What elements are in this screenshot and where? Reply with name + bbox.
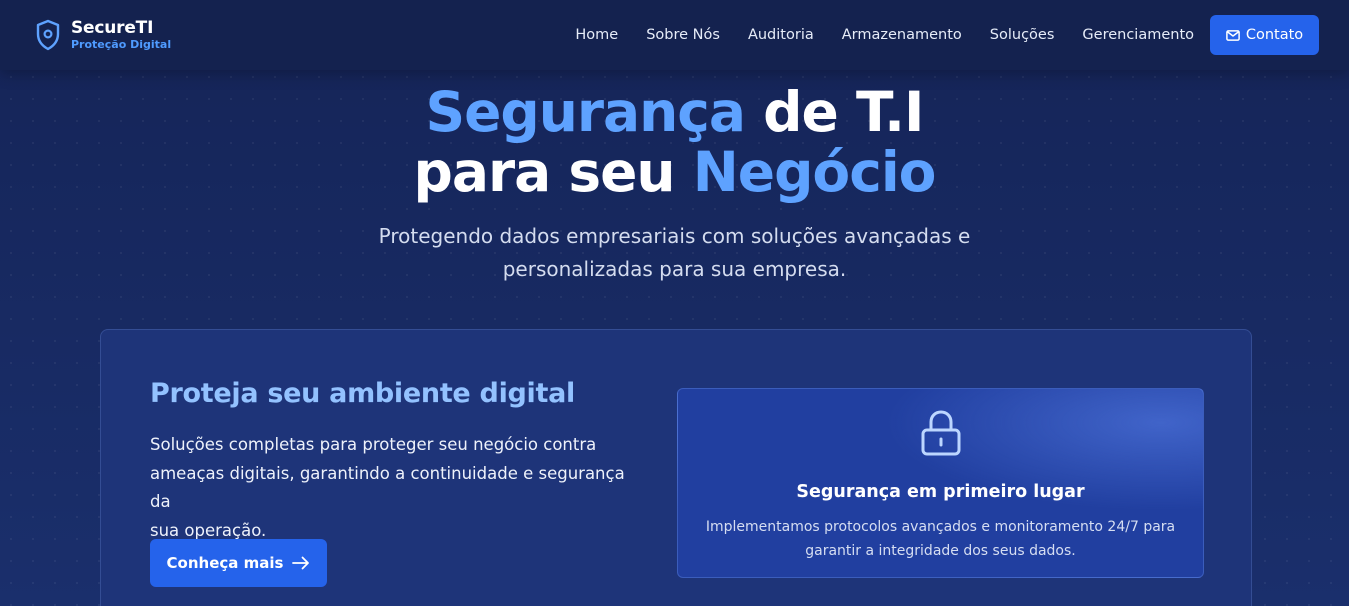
brand-text: SecureTI Proteção Digital [71,18,171,51]
card-description-line-1: Soluções completas para proteger seu neg… [150,435,597,454]
nav-item-gerenciamento[interactable]: Gerenciamento [1082,27,1194,43]
card-description: Soluções completas para proteger seu neg… [150,431,640,545]
brand-name: SecureTI [71,18,154,38]
feature-panel: Segurança em primeiro lugar Implementamo… [677,388,1204,578]
learn-more-label: Conheça mais [166,554,284,572]
hero-subtitle-line-2: personalizadas para sua empresa. [502,257,847,281]
card-title: Proteja seu ambiente digital [150,378,575,409]
hero-title-plain-1: de T.I [745,80,924,144]
arrow-right-icon [292,556,310,570]
hero-title: Segurança de T.I para seu Negócio [0,82,1349,202]
card-description-line-2: ameaças digitais, garantindo a continuid… [150,463,625,512]
nav-item-home[interactable]: Home [575,27,618,43]
brand-tagline: Proteção Digital [71,38,172,51]
hero-title-accent-2: Negócio [692,140,937,204]
nav-item-armazenamento[interactable]: Armazenamento [842,27,962,43]
hero-title-plain-2: para seu [413,140,693,204]
info-card: Proteja seu ambiente digital Soluções co… [100,329,1252,606]
nav-item-solucoes[interactable]: Soluções [990,27,1055,43]
feature-description-line-1: Implementamos protocolos avançados e mon… [705,519,1176,535]
nav-item-auditoria[interactable]: Auditoria [748,27,814,43]
contact-button-label: Contato [1245,27,1304,43]
nav-item-sobre-nos[interactable]: Sobre Nós [646,27,720,43]
brand-logo[interactable]: SecureTI Proteção Digital [35,18,171,51]
hero-subtitle-line-1: Protegendo dados empresariais com soluçõ… [378,224,971,248]
main-menu: Home Sobre Nós Auditoria Armazenamento S… [575,15,1319,55]
shield-icon [36,19,60,50]
hero-title-accent-1: Segurança [425,80,746,144]
contact-button[interactable]: Contato [1210,15,1319,55]
feature-title: Segurança em primeiro lugar [796,482,1085,502]
top-navbar: SecureTI Proteção Digital Home Sobre Nós… [0,0,1349,70]
hero-subtitle: Protegendo dados empresariais com soluçõ… [0,220,1349,286]
lock-icon [921,410,961,456]
learn-more-button[interactable]: Conheça mais [150,539,327,587]
mail-icon [1225,29,1240,41]
feature-description: Implementamos protocolos avançados e mon… [678,515,1203,563]
feature-description-line-2: garantir a integridade dos seus dados. [805,543,1076,559]
